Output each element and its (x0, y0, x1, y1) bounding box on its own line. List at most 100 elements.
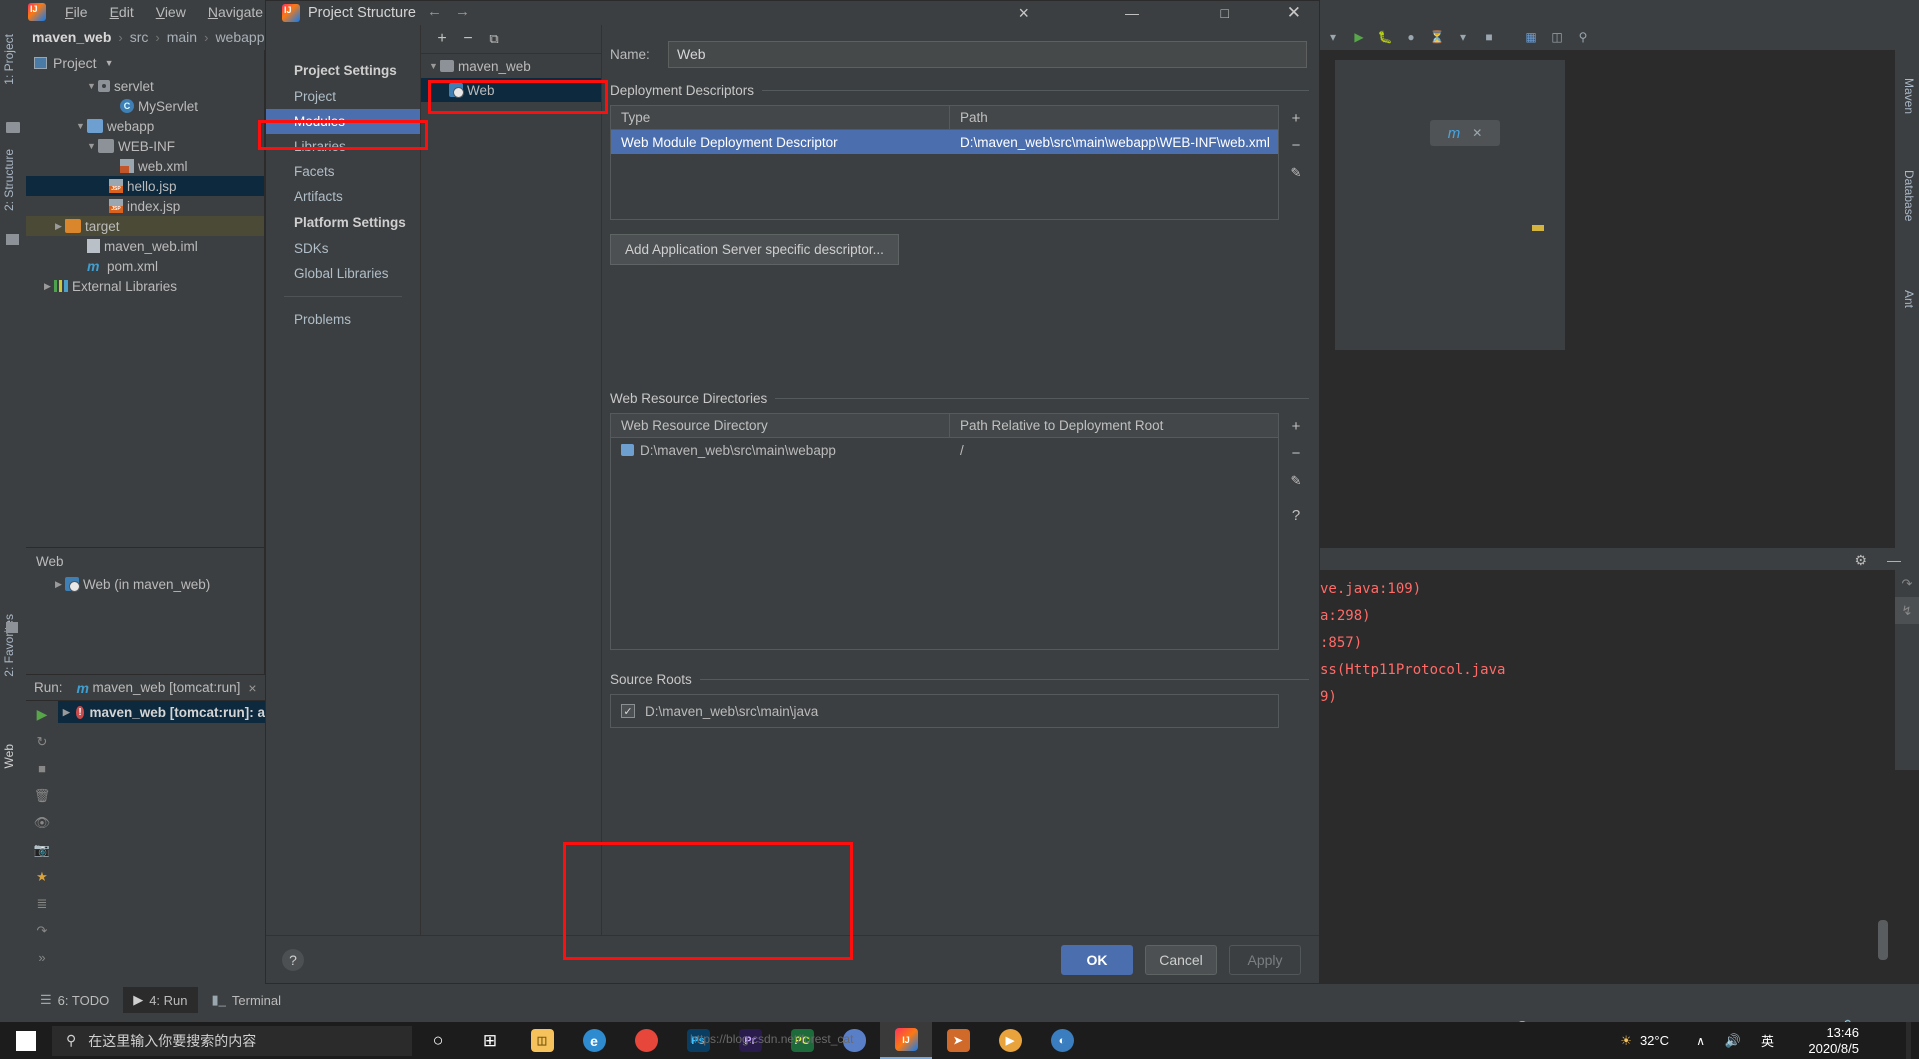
tool-window-tab-ant[interactable]: Ant (1902, 290, 1916, 308)
dialog-close-icon[interactable]: × (1018, 3, 1029, 24)
ime-indicator[interactable]: 英 (1761, 1031, 1774, 1050)
breadcrumb-item-0[interactable]: maven_web (30, 29, 113, 45)
minimize-icon[interactable]: — (1887, 552, 1901, 568)
dialog-back-button[interactable]: ← (427, 3, 442, 20)
scroll-to-end-icon[interactable]: ↯ (1895, 597, 1919, 624)
cancel-button[interactable]: Cancel (1145, 945, 1217, 975)
tool-window-button-terminal[interactable]: ▮_ Terminal (202, 987, 292, 1013)
project-tree-row[interactable]: index.jsp (26, 196, 264, 216)
chevron-down-icon[interactable]: ▼ (105, 58, 114, 68)
star-icon[interactable]: ★ (26, 863, 58, 890)
remove-module-button[interactable]: − (455, 28, 481, 50)
run-tree-row[interactable]: ▶ ! maven_web [tomcat:run]: a (58, 701, 265, 723)
stop-icon[interactable]: ■ (26, 755, 58, 782)
filter-icon[interactable]: ≣ (26, 890, 58, 917)
coverage-icon[interactable]: ● (1398, 27, 1424, 47)
project-tree-row[interactable]: CMyServlet (26, 96, 264, 116)
taskbar-search-box[interactable]: ⚲ 在这里输入你要搜索的内容 (52, 1026, 412, 1056)
menu-edit[interactable]: Edit (99, 2, 145, 22)
table-row[interactable]: Web Module Deployment Descriptor D:\mave… (611, 130, 1278, 154)
run-tree[interactable]: ▶ ! maven_web [tomcat:run]: a (58, 701, 265, 984)
column-header-web-resource-directory[interactable]: Web Resource Directory (611, 414, 949, 437)
remove-descriptor-button[interactable]: − (1283, 132, 1309, 159)
twisty-icon[interactable]: ▼ (85, 141, 98, 151)
tool-window-tab-database[interactable]: Database (1902, 170, 1916, 221)
project-tree-row[interactable]: ▼webapp (26, 116, 264, 136)
remove-web-resource-button[interactable]: − (1283, 440, 1309, 467)
stop-icon[interactable]: ■ (1476, 27, 1502, 47)
project-tree-row[interactable]: ▼WEB-INF (26, 136, 264, 156)
edit-web-resource-button[interactable]: ✎ (1283, 467, 1309, 494)
tool-window-tab-structure[interactable]: 2: Structure (2, 149, 16, 211)
fiddler-icon[interactable]: ➤ (932, 1022, 984, 1059)
nav-item-modules[interactable]: Modules (266, 109, 420, 134)
wrap-icon[interactable]: ↷ (26, 917, 58, 944)
web-tree-item[interactable]: ▶ Web (in maven_web) (26, 574, 264, 594)
twisty-icon[interactable]: ▶ (41, 281, 54, 292)
window-minimize-icon[interactable]: — (1125, 5, 1139, 21)
add-web-resource-button[interactable]: + (1283, 413, 1309, 440)
rerun-icon[interactable]: ↻ (26, 728, 58, 755)
tool-window-button-todo[interactable]: ☰ 6: TODO (30, 987, 119, 1013)
console-scrollbar[interactable] (1878, 920, 1888, 960)
project-tree-row[interactable]: ▶External Libraries (26, 276, 264, 296)
project-tool-window-header[interactable]: Project ▼ (26, 50, 264, 76)
breadcrumb-item-1[interactable]: src (128, 29, 151, 45)
dialog-forward-button[interactable]: → (455, 3, 470, 20)
module-tree-row-web[interactable]: Web (421, 78, 601, 102)
browser-icon[interactable]: ◐ (1036, 1022, 1088, 1059)
table-row[interactable]: D:\maven_web\src\main\webapp / (611, 438, 1278, 462)
nav-item-libraries[interactable]: Libraries (266, 134, 420, 159)
project-tree-row[interactable]: ▶target (26, 216, 264, 236)
search-icon[interactable]: ⚲ (1570, 27, 1596, 47)
file-explorer-icon[interactable]: ◫ (516, 1022, 568, 1059)
twisty-icon[interactable]: ▼ (85, 81, 98, 91)
database-icon[interactable]: ▦ (1518, 27, 1544, 47)
source-root-checkbox[interactable]: ✓ (621, 704, 635, 718)
nav-item-sdks[interactable]: SDKs (266, 236, 420, 261)
debug-icon[interactable]: 🐛 (1372, 27, 1398, 47)
tool-window-tab-project[interactable]: 1: Project (2, 34, 16, 85)
module-tree[interactable]: ▼ maven_web Web (421, 53, 601, 935)
project-tree-row[interactable]: mpom.xml (26, 256, 264, 276)
tool-window-tab-web[interactable]: Web (2, 744, 16, 768)
twisty-icon[interactable]: ▶ (52, 221, 65, 232)
project-tree-row[interactable]: hello.jsp (26, 176, 264, 196)
source-root-row[interactable]: ✓ D:\maven_web\src\main\java (611, 695, 1278, 727)
gear-icon[interactable]: ⚙ (1854, 552, 1867, 569)
edge-icon[interactable]: e (568, 1022, 620, 1059)
module-tree-row-maven-web[interactable]: ▼ maven_web (421, 54, 601, 78)
menu-navigate[interactable]: Navigate (197, 2, 274, 22)
add-module-button[interactable]: + (429, 28, 455, 50)
twisty-icon[interactable]: ▼ (427, 61, 440, 71)
run-icon[interactable]: ▶ (26, 701, 58, 728)
add-app-server-descriptor-button[interactable]: Add Application Server specific descript… (610, 234, 899, 265)
project-tree-row[interactable]: maven_web.iml (26, 236, 264, 256)
run-icon[interactable]: ▶ (1346, 27, 1372, 47)
column-header-path[interactable]: Path (950, 106, 1278, 129)
eye-icon[interactable]: 👁 (26, 809, 58, 836)
nav-item-global-libraries[interactable]: Global Libraries (266, 261, 420, 286)
profile-icon[interactable]: ⏳ (1424, 27, 1450, 47)
menu-view[interactable]: View (145, 2, 197, 22)
intellij-idea-icon[interactable]: IJ (880, 1022, 932, 1059)
start-button[interactable] (0, 1022, 52, 1059)
trash-icon[interactable]: 🗑 (26, 782, 58, 809)
close-icon[interactable]: ✕ (1472, 126, 1482, 140)
media-player-icon[interactable]: ▶ (984, 1022, 1036, 1059)
camera-icon[interactable]: 📷 (26, 836, 58, 863)
twisty-icon[interactable]: ▼ (74, 121, 87, 131)
copy-module-button[interactable]: ⧉ (481, 28, 507, 50)
nav-item-problems[interactable]: Problems (266, 307, 420, 332)
close-icon[interactable]: × (248, 680, 256, 696)
add-descriptor-button[interactable]: + (1283, 105, 1309, 132)
help-web-resource-button[interactable]: ? (1283, 502, 1309, 529)
layout-icon[interactable]: ◫ (1544, 27, 1570, 47)
deployment-descriptors-table[interactable]: Type Path Web Module Deployment Descript… (610, 105, 1279, 220)
web-resource-directories-table[interactable]: Web Resource Directory Path Relative to … (610, 413, 1279, 650)
column-header-path-relative[interactable]: Path Relative to Deployment Root (950, 414, 1278, 437)
breadcrumb-item-3[interactable]: webapp (213, 29, 266, 45)
task-view-icon[interactable]: ⊞ (464, 1022, 516, 1059)
tool-window-tab-maven[interactable]: Maven (1902, 78, 1916, 114)
nav-item-facets[interactable]: Facets (266, 159, 420, 184)
